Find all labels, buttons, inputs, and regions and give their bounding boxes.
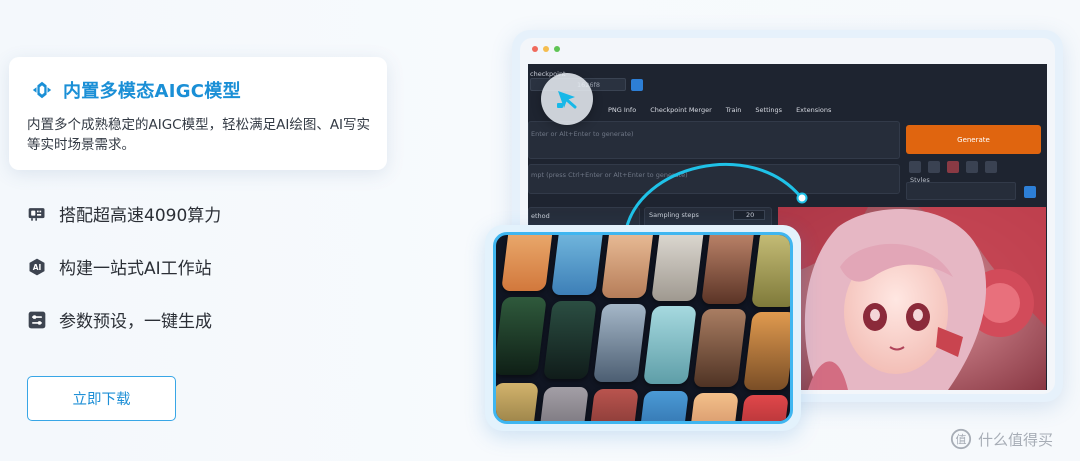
feature-card-description: 内置多个成熟稳定的AIGC模型，轻松满足AI绘图、AI写实等实时场景需求。	[27, 117, 371, 153]
gallery-tile	[601, 235, 655, 298]
tab-extensions[interactable]: Extensions	[796, 106, 831, 114]
aigc-model-icon	[32, 81, 52, 99]
gallery-tile	[496, 383, 539, 421]
gallery-tile	[551, 235, 605, 295]
refresh-checkpoint-button[interactable]	[631, 79, 643, 91]
watermark-logo-icon: 值	[950, 428, 972, 450]
feature-item-presets: 参数预设，一键生成	[27, 307, 212, 332]
tool-style-icon[interactable]	[947, 161, 959, 173]
watermark: 值 什么值得买	[950, 428, 1053, 450]
tool-check-icon[interactable]	[909, 161, 921, 173]
svg-text:AI: AI	[33, 262, 42, 271]
gallery-tile	[643, 306, 697, 384]
tool-clipboard-icon[interactable]	[966, 161, 978, 173]
minimize-dot-icon	[543, 46, 549, 52]
gpu-icon	[28, 207, 45, 221]
gallery-tile	[496, 297, 547, 375]
tab-train[interactable]: Train	[726, 106, 742, 114]
feature-card-highlight: 内置多模态AIGC模型 内置多个成熟稳定的AIGC模型，轻松满足AI绘图、AI写…	[9, 57, 387, 170]
apply-styles-button[interactable]	[1024, 186, 1036, 198]
feature-item-label: 构建一站式AI工作站	[59, 259, 212, 279]
gallery-tile	[685, 393, 739, 421]
gallery-tile	[593, 304, 647, 382]
gallery-tile	[635, 391, 689, 421]
tool-trash-icon[interactable]	[928, 161, 940, 173]
feature-item-gpu: 搭配超高速4090算力	[27, 201, 221, 226]
tab-checkpoint-merger[interactable]: Checkpoint Merger	[650, 106, 712, 114]
maximize-dot-icon	[554, 46, 560, 52]
close-dot-icon	[532, 46, 538, 52]
generate-button[interactable]: Generate	[906, 125, 1041, 154]
model-gallery-frame	[485, 225, 801, 431]
gallery-tile	[701, 235, 755, 304]
watermark-text: 什么值得买	[978, 430, 1054, 449]
svg-text:值: 值	[956, 433, 967, 446]
download-now-button[interactable]: 立即下载	[27, 376, 176, 421]
sliders-icon	[28, 311, 46, 328]
gallery-tile	[651, 235, 705, 301]
feature-item-label: 搭配超高速4090算力	[59, 206, 222, 226]
sampling-method-label: ethod	[531, 212, 550, 220]
tab-settings[interactable]: Settings	[755, 106, 782, 114]
gallery-tile	[743, 312, 790, 390]
app-logo-icon	[557, 91, 577, 109]
gallery-tile	[543, 301, 597, 379]
feature-item-ai-workstation: AI 构建一站式AI工作站	[27, 254, 212, 279]
gallery-tile	[735, 395, 789, 421]
ai-hexagon-icon: AI	[29, 258, 45, 275]
model-gallery	[493, 232, 793, 424]
gallery-tile	[693, 309, 747, 387]
feature-card-title-row: 内置多模态AIGC模型	[31, 77, 241, 103]
prompt-placeholder: Enter or Alt+Enter to generate)	[531, 130, 634, 138]
gallery-tile	[585, 389, 639, 421]
webui-tabs: PNG Info Checkpoint Merger Train Setting…	[608, 106, 831, 114]
gallery-tile	[501, 235, 555, 291]
gallery-tile	[535, 387, 589, 421]
generate-label: Generate	[957, 135, 990, 144]
feature-card-title: 内置多模态AIGC模型	[63, 81, 241, 102]
feature-item-label: 参数预设，一键生成	[59, 312, 212, 332]
gallery-tile	[751, 235, 790, 307]
tab-png-info[interactable]: PNG Info	[608, 106, 636, 114]
app-logo-badge	[541, 73, 593, 125]
styles-select[interactable]	[906, 182, 1016, 200]
window-controls	[532, 46, 560, 52]
tool-save-icon[interactable]	[985, 161, 997, 173]
